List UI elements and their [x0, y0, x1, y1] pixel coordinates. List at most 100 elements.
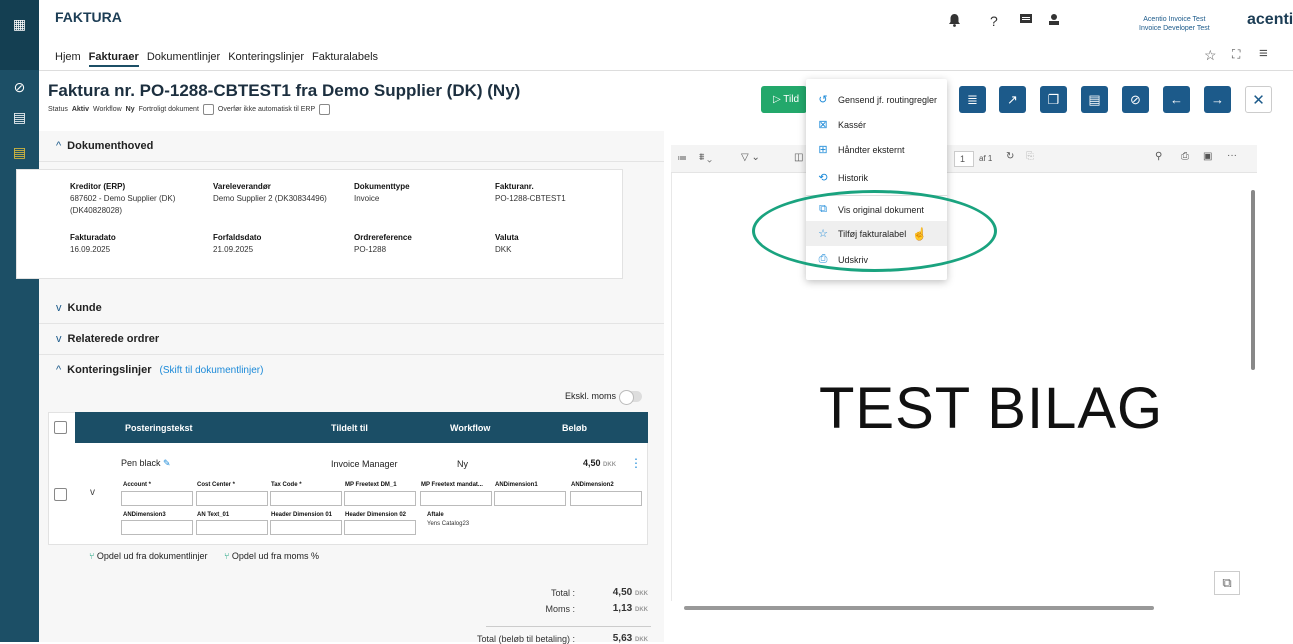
- arrow-up-right-icon[interactable]: ↗: [999, 86, 1026, 113]
- bell-icon[interactable]: [948, 13, 961, 27]
- section-header[interactable]: ^ Dokumenthoved: [39, 131, 664, 162]
- document-icon[interactable]: ▤: [11, 109, 28, 126]
- compass-icon[interactable]: ⊘: [11, 79, 28, 96]
- fit-icon[interactable]: ⎘: [1026, 151, 1034, 162]
- copy-icon[interactable]: ❐: [1040, 86, 1067, 113]
- user-role: Invoice Developer Test: [1139, 25, 1210, 32]
- payable-label: Total (beløb til betaling) :: [476, 634, 575, 644]
- star-icon[interactable]: ☆: [1204, 47, 1217, 64]
- field-invoice-no: Fakturanr. PO-1288-CBTEST1: [495, 182, 566, 203]
- filter-outline-icon[interactable]: ▽ ⌄: [741, 152, 760, 163]
- dim-account: Account *: [123, 482, 152, 488]
- external-icon: ⊞: [818, 144, 828, 156]
- split-doc-lines[interactable]: ⑂ Opdel ud fra dokumentlinjer: [89, 551, 207, 561]
- close-icon[interactable]: ✕: [1245, 86, 1272, 113]
- doc-meta: Status Aktiv Workflow Ny Fortroligt doku…: [48, 104, 331, 115]
- menu-icon[interactable]: ≡: [1259, 45, 1268, 62]
- dim-mp-mandat: MP Freetext mandat...: [421, 482, 483, 488]
- print-icon[interactable]: ⎙: [1181, 151, 1189, 162]
- user-info[interactable]: Acentio Invoice Test Invoice Developer T…: [1139, 15, 1210, 33]
- header2-input[interactable]: [344, 520, 416, 535]
- menu-item-external[interactable]: ⊞ Håndter eksternt: [806, 137, 947, 162]
- save-icon[interactable]: ▣: [1203, 151, 1212, 162]
- page-view-icon[interactable]: ◫: [794, 152, 803, 163]
- assign-button[interactable]: ▷ Tild: [761, 86, 807, 113]
- menu-item-history[interactable]: ⟲ Historik: [806, 165, 947, 190]
- select-all-checkbox[interactable]: [54, 421, 67, 434]
- split-vat[interactable]: ⑂ Opdel ud fra moms %: [224, 551, 319, 561]
- nav-invoice-labels[interactable]: Fakturalabels: [312, 51, 378, 67]
- nav-home[interactable]: Hjem: [55, 51, 81, 67]
- menu-item-resend[interactable]: ↺ Gensend jf. routingregler: [806, 87, 947, 112]
- dim-cost-center: Cost Center *: [197, 482, 236, 488]
- page-input[interactable]: 1: [954, 151, 974, 167]
- dim-an2: ANDimension2: [571, 482, 614, 488]
- no-erp-checkbox[interactable]: [319, 104, 331, 115]
- page-title: Faktura nr. PO-1288-CBTEST1 fra Demo Sup…: [48, 81, 521, 100]
- row-menu-icon[interactable]: ⋮: [630, 456, 642, 470]
- confidential-checkbox[interactable]: [202, 104, 214, 115]
- chevron-down-icon[interactable]: v: [90, 487, 95, 498]
- field-due-date: Forfaldsdato 21.09.2025: [213, 233, 262, 254]
- menu-item-discard[interactable]: ⊠ Kassér: [806, 112, 947, 137]
- user-org: Acentio Invoice Test: [1143, 16, 1206, 23]
- section-related[interactable]: v Relaterede ordrer: [39, 324, 664, 355]
- dim-an-text: AN Text_01: [197, 512, 230, 518]
- row-checkbox[interactable]: [54, 488, 67, 501]
- expand-icon[interactable]: ⧉: [1214, 571, 1240, 595]
- nav-posting-lines[interactable]: Konteringslinjer: [228, 51, 304, 67]
- user-icon[interactable]: [1048, 13, 1060, 25]
- dim-header2: Header Dimension 02: [345, 512, 407, 518]
- workflow-label: Workflow: [92, 106, 122, 113]
- dim-an1: ANDimension1: [495, 482, 538, 488]
- col-assigned[interactable]: Tildelt til: [331, 423, 368, 433]
- account-input[interactable]: [121, 491, 193, 506]
- col-amount[interactable]: Beløb: [562, 423, 587, 433]
- chat-icon[interactable]: [1019, 13, 1033, 25]
- invoice-icon[interactable]: ▤: [11, 144, 28, 161]
- tax-code-input[interactable]: [270, 491, 342, 506]
- discard-icon: ⊠: [818, 119, 828, 131]
- total-label: Total :: [550, 588, 575, 598]
- help-icon[interactable]: ?: [990, 13, 998, 29]
- an-text-input[interactable]: [196, 520, 268, 535]
- rail-header: [0, 0, 39, 70]
- toc-icon[interactable]: ≔: [677, 153, 687, 164]
- an2-input[interactable]: [570, 491, 642, 506]
- section-customer[interactable]: v Kunde: [39, 293, 664, 324]
- field-invoice-date: Fakturadato 16.09.2025: [70, 233, 116, 254]
- lines-icon[interactable]: ≣: [959, 86, 986, 113]
- an3-input[interactable]: [121, 520, 193, 535]
- nav-invoices[interactable]: Fakturaer: [89, 51, 139, 67]
- vertical-scrollbar[interactable]: [1251, 190, 1255, 370]
- an1-input[interactable]: [494, 491, 566, 506]
- cost-center-input[interactable]: [196, 491, 268, 506]
- switch-lines-link[interactable]: (Skift til dokumentlinjer): [160, 365, 264, 376]
- section-lines[interactable]: ^ Konteringslinjer (Skift til dokumentlinj…: [39, 355, 664, 386]
- more-icon[interactable]: ···: [1227, 150, 1237, 161]
- comment-icon[interactable]: ▤: [1081, 86, 1108, 113]
- vat-toggle-label: Ekskl. moms: [565, 391, 617, 401]
- arrow-left-icon[interactable]: ←: [1163, 86, 1190, 113]
- viewer-toolbar: ≔ ⩩ ⌄ ▽ ⌄ ◫ 1 af 1 ↻ ⎘ ⚲ ⎙ ▣ ···: [671, 145, 1257, 173]
- app-grid-icon[interactable]: ▦: [11, 16, 28, 33]
- col-workflow[interactable]: Workflow: [450, 423, 490, 433]
- history-icon: ⟲: [818, 172, 828, 184]
- zoom-icon[interactable]: ⚲: [1155, 151, 1162, 162]
- col-text[interactable]: Posteringstekst: [125, 423, 193, 433]
- header1-input[interactable]: [270, 520, 342, 535]
- arrow-right-icon[interactable]: →: [1204, 86, 1231, 113]
- field-doctype: Dokumenttype Invoice: [354, 182, 410, 203]
- horizontal-scrollbar[interactable]: [684, 606, 1154, 610]
- field-currency: Valuta DKK: [495, 233, 519, 254]
- fullscreen-icon[interactable]: ⛶: [1232, 47, 1240, 62]
- mp-mandat-input[interactable]: [420, 491, 492, 506]
- attachment-icon[interactable]: ⊘: [1122, 86, 1149, 113]
- no-erp-label: Overfør ikke automatisk til ERP: [217, 106, 316, 113]
- total-value: 4,50 DKK: [612, 587, 648, 598]
- vat-toggle[interactable]: [619, 390, 642, 405]
- filter-icon[interactable]: ⩩ ⌄: [699, 152, 712, 163]
- nav-doc-lines[interactable]: Dokumentlinjer: [147, 51, 220, 67]
- rotate-icon[interactable]: ↻: [1006, 151, 1014, 162]
- mp-freetext-input[interactable]: [344, 491, 416, 506]
